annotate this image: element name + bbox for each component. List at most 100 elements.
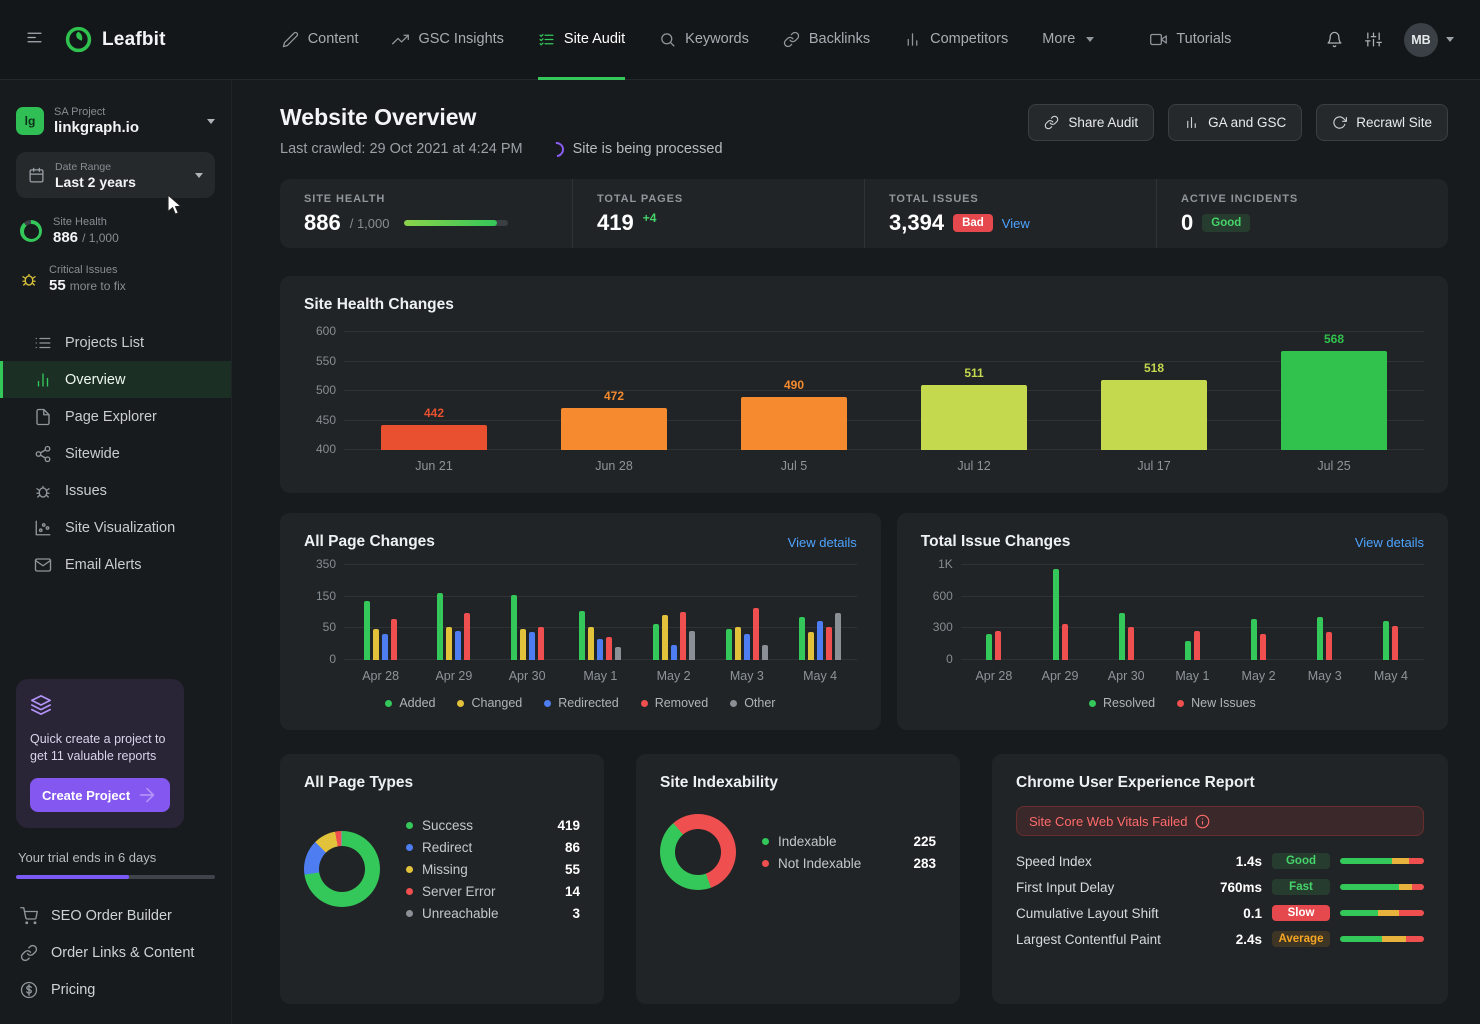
sidebar-item-seo-order-builder[interactable]: SEO Order Builder [12,897,219,934]
y-axis-label: 300 [917,620,953,634]
nav-label: Content [308,31,359,47]
bars-row: 442472490511518568 [344,332,1424,450]
video-icon [1150,31,1167,48]
share-link-icon [1044,115,1059,130]
recrawl-site-button[interactable]: Recrawl Site [1316,104,1448,141]
date-range-value: Last 2 years [55,174,136,190]
nav-item-keywords[interactable]: Keywords [659,0,749,80]
bar [741,397,847,450]
nav-item-more[interactable]: More [1042,0,1094,80]
bars-row [344,565,857,660]
stat-value: 886 [304,212,341,234]
nav-label: Backlinks [809,31,870,47]
brand-name: Leafbit [102,29,166,51]
y-axis-label: 500 [300,383,336,397]
core-web-vitals-warning: Site Core Web Vitals Failed [1016,806,1424,836]
bar [1185,641,1191,660]
bar [808,632,814,660]
nav-item-tutorials[interactable]: Tutorials [1150,0,1231,80]
sidebar-item-email-alerts[interactable]: Email Alerts [0,546,231,583]
legend-label: Not Indexable [778,856,861,871]
sidebar-item-projects-list[interactable]: Projects List [0,324,231,361]
legend-item: Added [385,696,435,710]
legend-dot [1089,700,1096,707]
bar [520,629,526,660]
bar-segment [1406,936,1424,942]
nav-item-site-audit[interactable]: Site Audit [538,0,625,80]
bar-value-label: 490 [784,378,804,392]
chevron-down-icon [1086,37,1094,42]
project-name: linkgraph.io [54,119,139,136]
bar [1251,619,1257,660]
view-details-link[interactable]: View details [788,535,857,550]
chrome-ux-report-card: Chrome User Experience Report Site Core … [992,754,1448,1004]
sidebar-item-pricing[interactable]: Pricing [12,971,219,1008]
bar [511,595,517,660]
project-selector[interactable]: lg SA Project linkgraph.io [16,106,215,136]
bar [662,615,668,660]
legend-value: 3 [572,906,580,921]
hamburger-menu-icon[interactable] [26,29,43,51]
sidebar-item-page-explorer[interactable]: Page Explorer [0,398,231,435]
create-project-button[interactable]: Create Project [30,778,170,812]
view-issues-link[interactable]: View [1002,216,1030,231]
y-axis-label: 400 [300,442,336,456]
legend-item: Unreachable3 [406,902,580,924]
donut-legend: Success419Redirect86Missing55Server Erro… [406,814,580,924]
bar [464,613,470,660]
bar-group [1225,565,1291,660]
bar-segment [1409,858,1424,864]
bar-group [417,565,490,660]
sidebar-item-order-links-content[interactable]: Order Links & Content [12,934,219,971]
nav-label: Site Audit [564,31,625,47]
filters-sliders-icon[interactable] [1365,31,1382,48]
legend-value: 419 [557,818,580,833]
stat-label: ACTIVE INCIDENTS [1181,193,1424,205]
processing-label: Site is being processed [573,141,723,157]
y-axis-label: 0 [300,652,336,666]
nav-item-competitors[interactable]: Competitors [904,0,1008,80]
arrow-right-icon [136,784,158,806]
chevron-down-icon [1446,37,1454,42]
bar [1260,634,1266,660]
metric-name: Largest Contentful Paint [1016,932,1200,947]
metric-badge: Good [1272,853,1330,869]
metric-value: 1.4s [1210,854,1262,869]
x-axis-label: Jul 5 [704,459,884,473]
nav-item-content[interactable]: Content [282,0,359,80]
bar-segment [1340,910,1378,916]
bar-group [710,565,783,660]
legend-item: New Issues [1177,696,1256,710]
card-title: Total Issue Changes [921,533,1071,551]
notifications-bell-icon[interactable] [1326,31,1343,48]
nav-item-backlinks[interactable]: Backlinks [783,0,870,80]
sidebar-item-site-visualization[interactable]: Site Visualization [0,509,231,546]
x-axis-label: May 2 [637,669,710,683]
stat-label: TOTAL ISSUES [889,193,1132,205]
calendar-icon [28,167,45,184]
bar-value-label: 442 [424,406,444,420]
brand[interactable]: Leafbit [65,26,166,53]
sidebar-item-issues[interactable]: Issues [0,472,231,509]
view-details-link[interactable]: View details [1355,535,1424,550]
layers-icon [30,694,52,716]
bar [597,639,603,660]
stat-value: 3,394 [889,212,944,234]
ga-gsc-button[interactable]: GA and GSC [1168,104,1302,141]
date-range-selector[interactable]: Date Range Last 2 years [16,152,215,198]
sidebar-item-sitewide[interactable]: Sitewide [0,435,231,472]
share-audit-button[interactable]: Share Audit [1028,104,1154,141]
bar-segment [1382,936,1406,942]
bar-group [1159,565,1225,660]
primary-nav: Content GSC Insights Site Audit Keywords… [282,0,1232,80]
nav-item-gsc-insights[interactable]: GSC Insights [392,0,503,80]
x-axis-label: May 3 [1292,669,1358,683]
page-types-donut-chart [304,831,380,907]
stat-label: SITE HEALTH [304,193,548,205]
card-title: Site Health Changes [304,296,454,314]
sidebar-item-overview[interactable]: Overview [0,361,231,398]
user-menu[interactable]: MB [1404,23,1454,57]
y-axis-label: 50 [300,620,336,634]
metric-badge: Slow [1272,905,1330,921]
bar-cell: 518 [1064,332,1244,450]
